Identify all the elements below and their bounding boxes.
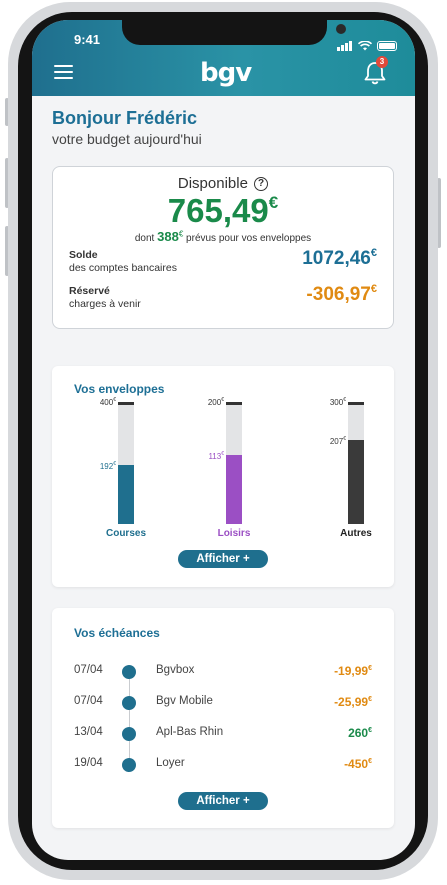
signal-icon bbox=[337, 33, 353, 51]
envelope-spent-label: 192€ bbox=[99, 461, 116, 471]
balance-amount: 1072,46€ bbox=[302, 247, 377, 270]
envelopes-show-more-button[interactable]: Afficher + bbox=[178, 550, 268, 568]
balance-currency: € bbox=[370, 247, 377, 259]
due-title: Vos échéances bbox=[74, 626, 160, 640]
status-icons bbox=[337, 33, 397, 51]
due-payments-card: Vos échéances 07/04 Bgvbox -19,99€ 07/04 Bgv… bbox=[52, 608, 394, 828]
envelope-bar-fill bbox=[348, 440, 364, 524]
device-notch bbox=[122, 20, 346, 45]
balance-label: Solde bbox=[69, 249, 98, 261]
envelope-name-courses[interactable]: Courses bbox=[91, 528, 161, 539]
timeline-dot-icon bbox=[122, 758, 136, 772]
envelopes-planned-note: dont 388€ prévus pour vos enveloppes bbox=[53, 229, 393, 244]
wifi-icon bbox=[358, 41, 372, 51]
reserved-label-group: Réservé charges à venir bbox=[69, 285, 141, 311]
notification-badge: 3 bbox=[376, 56, 388, 68]
due-date: 19/04 bbox=[74, 757, 103, 769]
envelope-name-loisirs[interactable]: Loisirs bbox=[199, 528, 269, 539]
envelope-total-label: 200€ bbox=[207, 397, 224, 407]
app-screen: 9:41 bgv 3 Bonjour Frédéric votre budget… bbox=[32, 20, 415, 860]
battery-icon bbox=[377, 41, 397, 51]
envelope-total-label: 300€ bbox=[329, 397, 346, 407]
reserved-amount-value: -306,97 bbox=[306, 284, 371, 305]
greeting: Bonjour Frédéric votre budget aujourd'hu… bbox=[52, 108, 202, 147]
available-budget-card: Disponible ? 765,49€ dont 388€ prévus po… bbox=[52, 166, 394, 329]
timeline-dot-icon bbox=[122, 696, 136, 710]
app-header: 9:41 bgv 3 bbox=[32, 20, 415, 96]
envelope-bar-cap bbox=[226, 402, 242, 405]
envelope-bar-fill bbox=[118, 465, 134, 524]
due-row[interactable]: 07/04 Bgv Mobile -25,99€ bbox=[52, 695, 394, 711]
due-label: Apl-Bas Rhin bbox=[156, 726, 224, 738]
envelope-total-label: 400€ bbox=[99, 397, 116, 407]
note-currency: € bbox=[178, 229, 184, 239]
envelope-bar-fill bbox=[226, 455, 242, 524]
greeting-title: Bonjour Frédéric bbox=[52, 108, 198, 128]
due-label: Loyer bbox=[156, 757, 185, 769]
due-amount: 260€ bbox=[348, 726, 372, 740]
envelope-bar-cap bbox=[348, 402, 364, 405]
hamburger-menu-icon[interactable] bbox=[54, 65, 73, 79]
due-label: Bgv Mobile bbox=[156, 695, 213, 707]
balance-sublabel: des comptes bancaires bbox=[69, 262, 177, 274]
envelope-name-autres[interactable]: Autres bbox=[321, 528, 391, 539]
due-show-more-button[interactable]: Afficher + bbox=[178, 792, 268, 810]
due-row[interactable]: 07/04 Bgvbox -19,99€ bbox=[52, 664, 394, 680]
due-amount: -19,99€ bbox=[334, 664, 372, 678]
due-amount: -25,99€ bbox=[334, 695, 372, 709]
timeline-dot-icon bbox=[122, 665, 136, 679]
timeline-line bbox=[129, 672, 130, 764]
available-amount-value: 765,49 bbox=[167, 192, 269, 229]
envelope-bar-cap bbox=[118, 402, 134, 405]
envelopes-title: Vos enveloppes bbox=[74, 382, 165, 396]
available-label-row: Disponible ? bbox=[53, 175, 393, 192]
reserved-amount: -306,97€ bbox=[306, 283, 377, 306]
envelopes-card: Vos enveloppes 400€ 192€ Courses 200€ 113€ Lo… bbox=[52, 366, 394, 587]
greeting-subtitle: votre budget aujourd'hui bbox=[52, 131, 202, 147]
due-row[interactable]: 13/04 Apl-Bas Rhin 260€ bbox=[52, 726, 394, 742]
due-date: 07/04 bbox=[74, 695, 103, 707]
reserved-currency: € bbox=[370, 283, 377, 295]
note-suffix: prévus pour vos enveloppes bbox=[186, 233, 312, 244]
status-time: 9:41 bbox=[74, 32, 101, 47]
note-amount: 388 bbox=[157, 229, 179, 244]
due-amount: -450€ bbox=[344, 757, 372, 771]
help-icon[interactable]: ? bbox=[254, 177, 269, 191]
balance-label-group: Solde des comptes bancaires bbox=[69, 249, 177, 275]
timeline-dot-icon bbox=[122, 727, 136, 741]
available-label: Disponible bbox=[177, 175, 248, 192]
app-logo: bgv bbox=[200, 58, 252, 88]
reserved-label: Réservé bbox=[69, 285, 110, 297]
envelope-spent-label: 207€ bbox=[329, 436, 346, 446]
due-label: Bgvbox bbox=[156, 664, 195, 676]
available-currency: € bbox=[268, 193, 279, 212]
note-prefix: dont bbox=[134, 233, 155, 244]
due-date: 13/04 bbox=[74, 726, 103, 738]
due-date: 07/04 bbox=[74, 664, 103, 676]
due-row[interactable]: 19/04 Loyer -450€ bbox=[52, 757, 394, 773]
reserved-sublabel: charges à venir bbox=[69, 298, 141, 310]
available-amount: 765,49€ bbox=[53, 192, 393, 230]
balance-amount-value: 1072,46 bbox=[302, 248, 371, 269]
envelope-spent-label: 113€ bbox=[208, 451, 224, 461]
